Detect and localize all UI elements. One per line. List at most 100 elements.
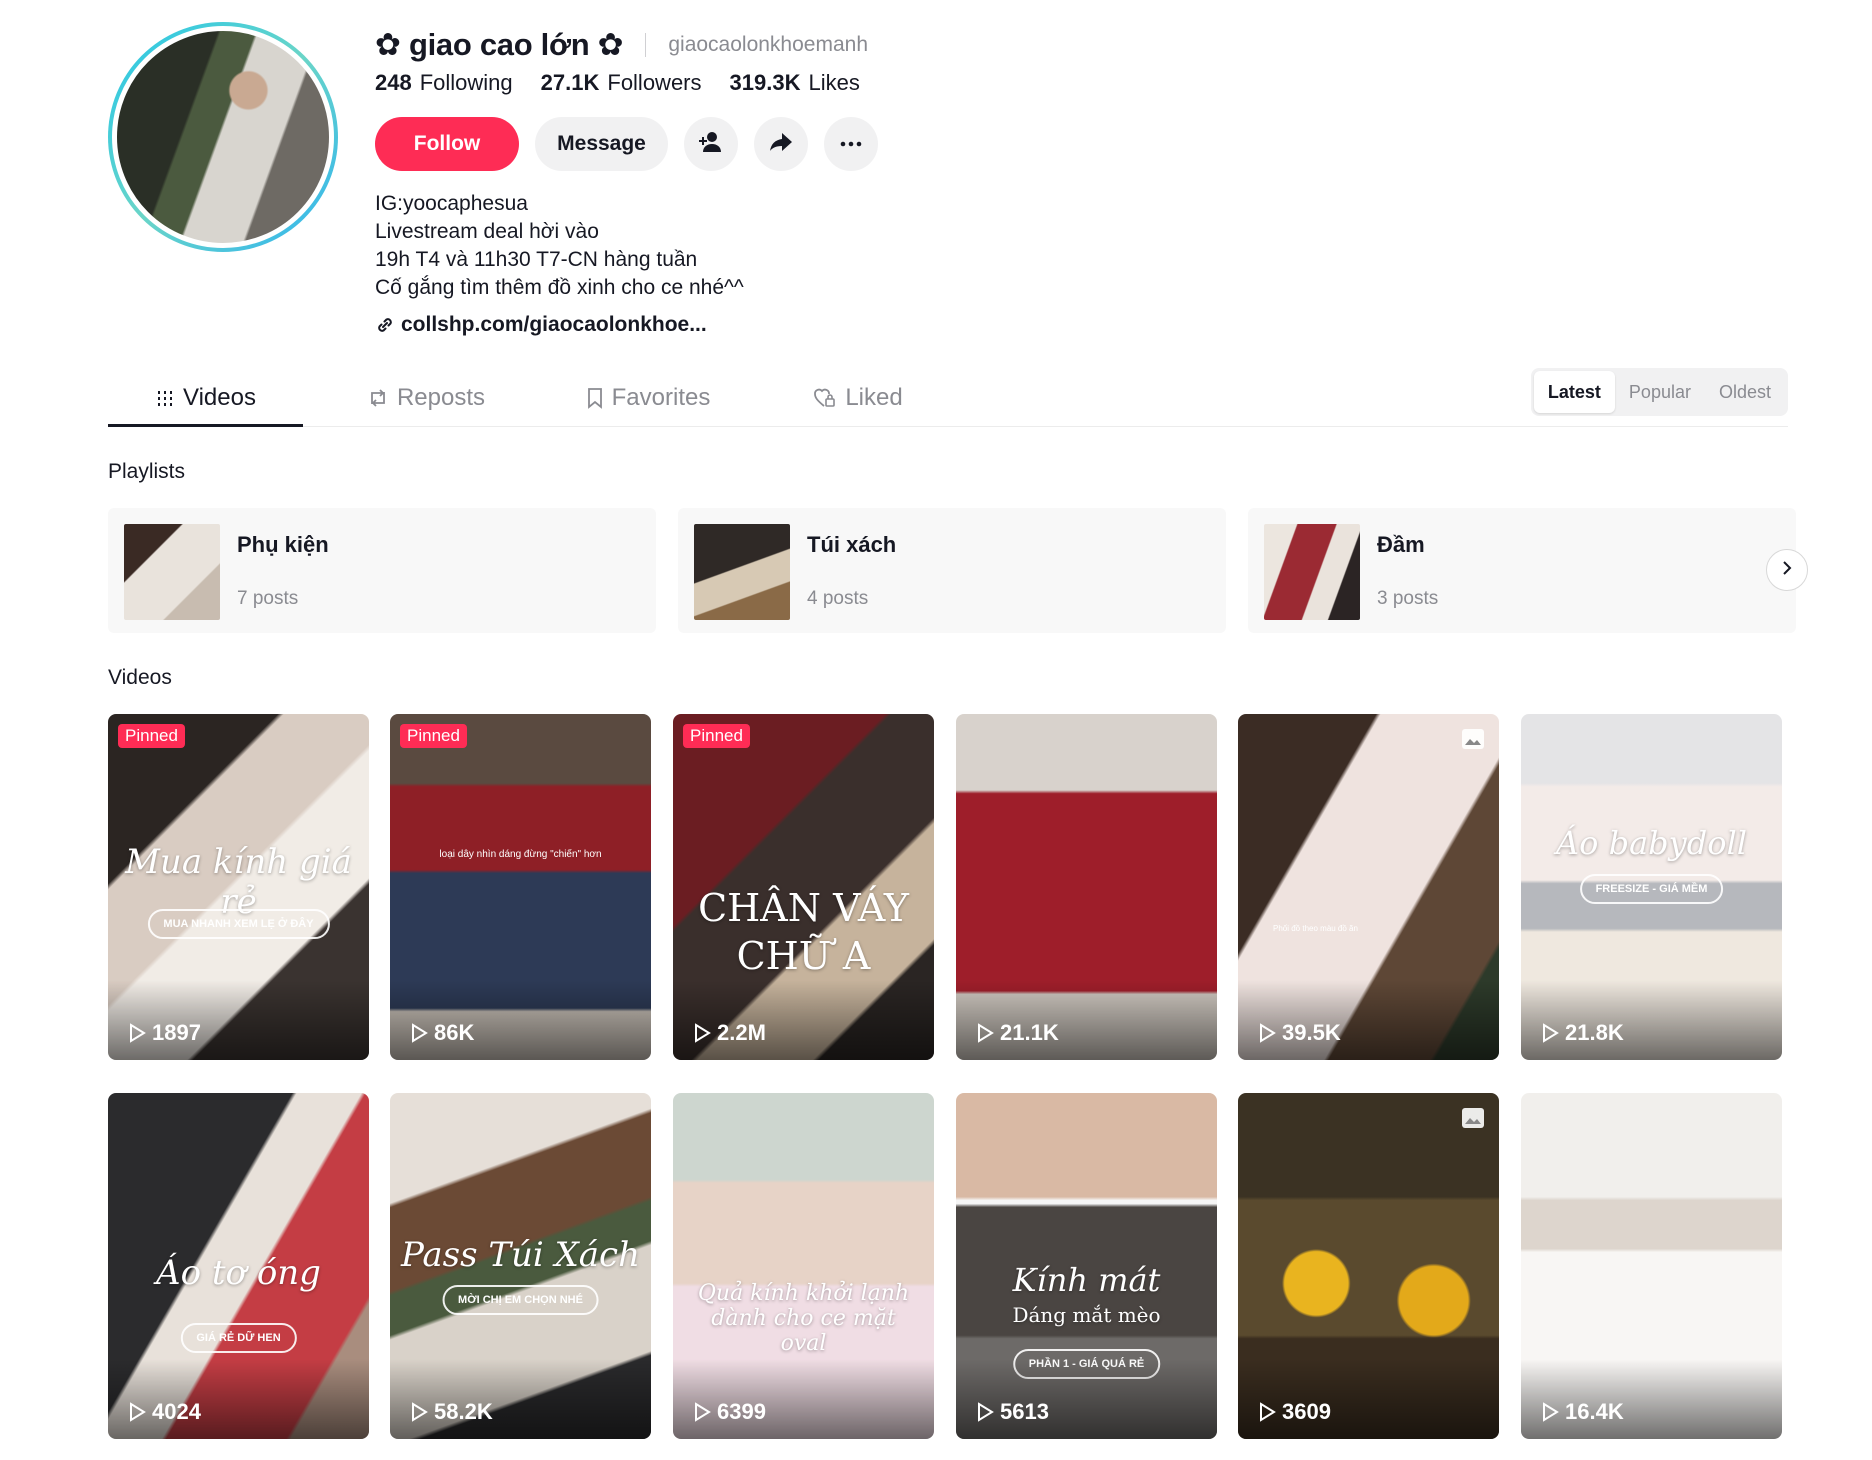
playlist-card[interactable]: Phụ kiện 7 posts (108, 508, 656, 633)
play-icon (1543, 1023, 1559, 1043)
playlist-next-button[interactable] (1766, 549, 1808, 591)
video-overlay-title: Kính mát (1012, 1261, 1161, 1299)
divider (645, 33, 647, 57)
playlist-count: 4 posts (807, 588, 869, 609)
stat-followers[interactable]: 27.1K Followers (541, 70, 702, 96)
video-card[interactable]: 21.1K (956, 714, 1217, 1060)
photo-carousel-icon (1461, 1107, 1485, 1134)
tab-liked[interactable]: Liked (778, 372, 938, 424)
video-card[interactable]: Áo tơ óng GIÁ RẺ DỮ HEN 4024 (108, 1093, 369, 1439)
profile-tabs: Videos Reposts Favorites Liked Latest Po… (108, 368, 1788, 427)
video-overlay-title: Quả kính khởi lạnh dành cho ce mặt oval (697, 1281, 910, 1356)
playlist-card[interactable]: Đầm 3 posts (1248, 508, 1796, 633)
stat-label: Following (419, 70, 513, 95)
video-views: 21.8K (1541, 1020, 1624, 1046)
views-count: 2.2M (717, 1020, 766, 1045)
views-count: 21.8K (1565, 1020, 1624, 1045)
stat-following[interactable]: 248 Following (375, 70, 513, 96)
profile-avatar-ring[interactable] (108, 22, 338, 252)
tab-favorites[interactable]: Favorites (548, 372, 748, 424)
tab-label: Favorites (611, 384, 711, 411)
tab-videos[interactable]: Videos (108, 372, 303, 427)
link-text: collshp.com/giaocaolonkhoe... (401, 313, 707, 336)
suggested-accounts-button[interactable] (684, 117, 738, 171)
profile-link[interactable]: collshp.com/giaocaolonkhoe... (375, 313, 707, 337)
pinned-badge: Pinned (118, 724, 185, 748)
grid-icon (155, 388, 175, 408)
video-overlay-subtitle: Dáng mắt mèo (1012, 1303, 1161, 1327)
video-card[interactable]: Áo babydoll FREESIZE - GIÁ MỀM 21.8K (1521, 714, 1782, 1060)
playlist-thumbnail (1264, 524, 1360, 620)
video-overlay-pill: MUA NHANH XEM LẸ Ở ĐÂY (147, 909, 330, 939)
repost-icon (367, 387, 389, 409)
play-icon (1543, 1402, 1559, 1422)
share-button[interactable] (754, 117, 808, 171)
video-views: 3609 (1258, 1399, 1331, 1425)
bio-line: IG:yoocaphesua (375, 192, 528, 215)
views-count: 39.5K (1282, 1020, 1341, 1045)
video-views: 39.5K (1258, 1020, 1341, 1046)
sort-oldest[interactable]: Oldest (1705, 371, 1785, 413)
video-overlay-pill: GIÁ RẺ DỮ HEN (180, 1323, 297, 1353)
video-card[interactable]: 3609 (1238, 1093, 1499, 1439)
bookmark-icon (586, 387, 604, 409)
playlists-heading: Playlists (108, 460, 186, 483)
stat-label: Followers (607, 70, 702, 95)
tab-label: Liked (845, 384, 903, 411)
views-count: 3609 (1282, 1399, 1331, 1424)
play-icon (1260, 1402, 1276, 1422)
video-views: 1897 (128, 1020, 201, 1046)
video-card[interactable]: loại dây nhìn dáng đừng "chiến" hơn Pinn… (390, 714, 651, 1060)
views-count: 6399 (717, 1399, 766, 1424)
stat-number: 27.1K (540, 70, 600, 95)
sort-latest[interactable]: Latest (1533, 371, 1615, 413)
add-user-icon (697, 128, 725, 161)
play-icon (130, 1023, 146, 1043)
sort-popular[interactable]: Popular (1615, 371, 1705, 413)
stat-number: 319.3K (729, 70, 801, 95)
share-icon (767, 128, 795, 161)
playlist-card[interactable]: Túi xách 4 posts (678, 508, 1226, 633)
video-card[interactable]: Kính mát Dáng mắt mèo PHẦN 1 - GIÁ QUÁ R… (956, 1093, 1217, 1439)
video-card[interactable]: CHÂN VÁY CHỮ A Pinned 2.2M (673, 714, 934, 1060)
video-overlay-pill: FREESIZE - GIÁ MỀM (1579, 874, 1724, 904)
views-count: 1897 (152, 1020, 201, 1045)
sort-toggle: Latest Popular Oldest (1530, 368, 1788, 416)
playlist-title: Đầm (1377, 532, 1425, 557)
video-card[interactable]: Mua kính giá rẻ MUA NHANH XEM LẸ Ở ĐÂY P… (108, 714, 369, 1060)
video-overlay-title: CHÂN VÁY CHỮ A (698, 886, 909, 978)
video-views: 86K (410, 1020, 474, 1046)
video-views: 2.2M (693, 1020, 766, 1046)
avatar[interactable] (112, 26, 334, 248)
play-icon (695, 1023, 711, 1043)
more-options-button[interactable] (824, 117, 878, 171)
video-card[interactable]: Pass Túi Xách MỜI CHỊ EM CHỌN NHÉ 58.2K (390, 1093, 651, 1439)
video-card[interactable]: Phối đồ theo màu đồ ăn 39.5K (1238, 714, 1499, 1060)
play-icon (978, 1402, 994, 1422)
views-count: 58.2K (434, 1399, 493, 1424)
video-overlay-title: Áo tơ óng (156, 1253, 321, 1293)
bio-line: Cố gắng tìm thêm đồ xinh cho ce nhé^^ (375, 276, 744, 299)
profile-bio: IG:yoocaphesua Livestream deal hời vào 1… (375, 190, 744, 302)
profile-actions: Follow Message (375, 117, 878, 171)
play-icon (978, 1023, 994, 1043)
profile-stats: 248 Following 27.1K Followers 319.3K Lik… (375, 70, 888, 96)
tab-reposts[interactable]: Reposts (336, 372, 516, 424)
photo-carousel-icon (1461, 728, 1485, 755)
message-button[interactable]: Message (535, 117, 668, 171)
playlist-title: Túi xách (807, 532, 897, 557)
tab-label: Reposts (396, 384, 486, 411)
video-card[interactable]: Quả kính khởi lạnh dành cho ce mặt oval … (673, 1093, 934, 1439)
link-icon (375, 315, 395, 335)
video-views: 21.1K (976, 1020, 1059, 1046)
video-views: 5613 (976, 1399, 1049, 1425)
video-overlay-title: Áo babydoll (1556, 824, 1747, 862)
profile-username: giaocaolonkhoemanh (668, 33, 868, 56)
views-count: 16.4K (1565, 1399, 1624, 1424)
play-icon (412, 1023, 428, 1043)
follow-button[interactable]: Follow (375, 117, 519, 171)
views-count: 5613 (1000, 1399, 1049, 1424)
video-card[interactable]: 16.4K (1521, 1093, 1782, 1439)
playlist-thumbnail (124, 524, 220, 620)
bio-line: 19h T4 và 11h30 T7-CN hàng tuần (375, 248, 698, 271)
